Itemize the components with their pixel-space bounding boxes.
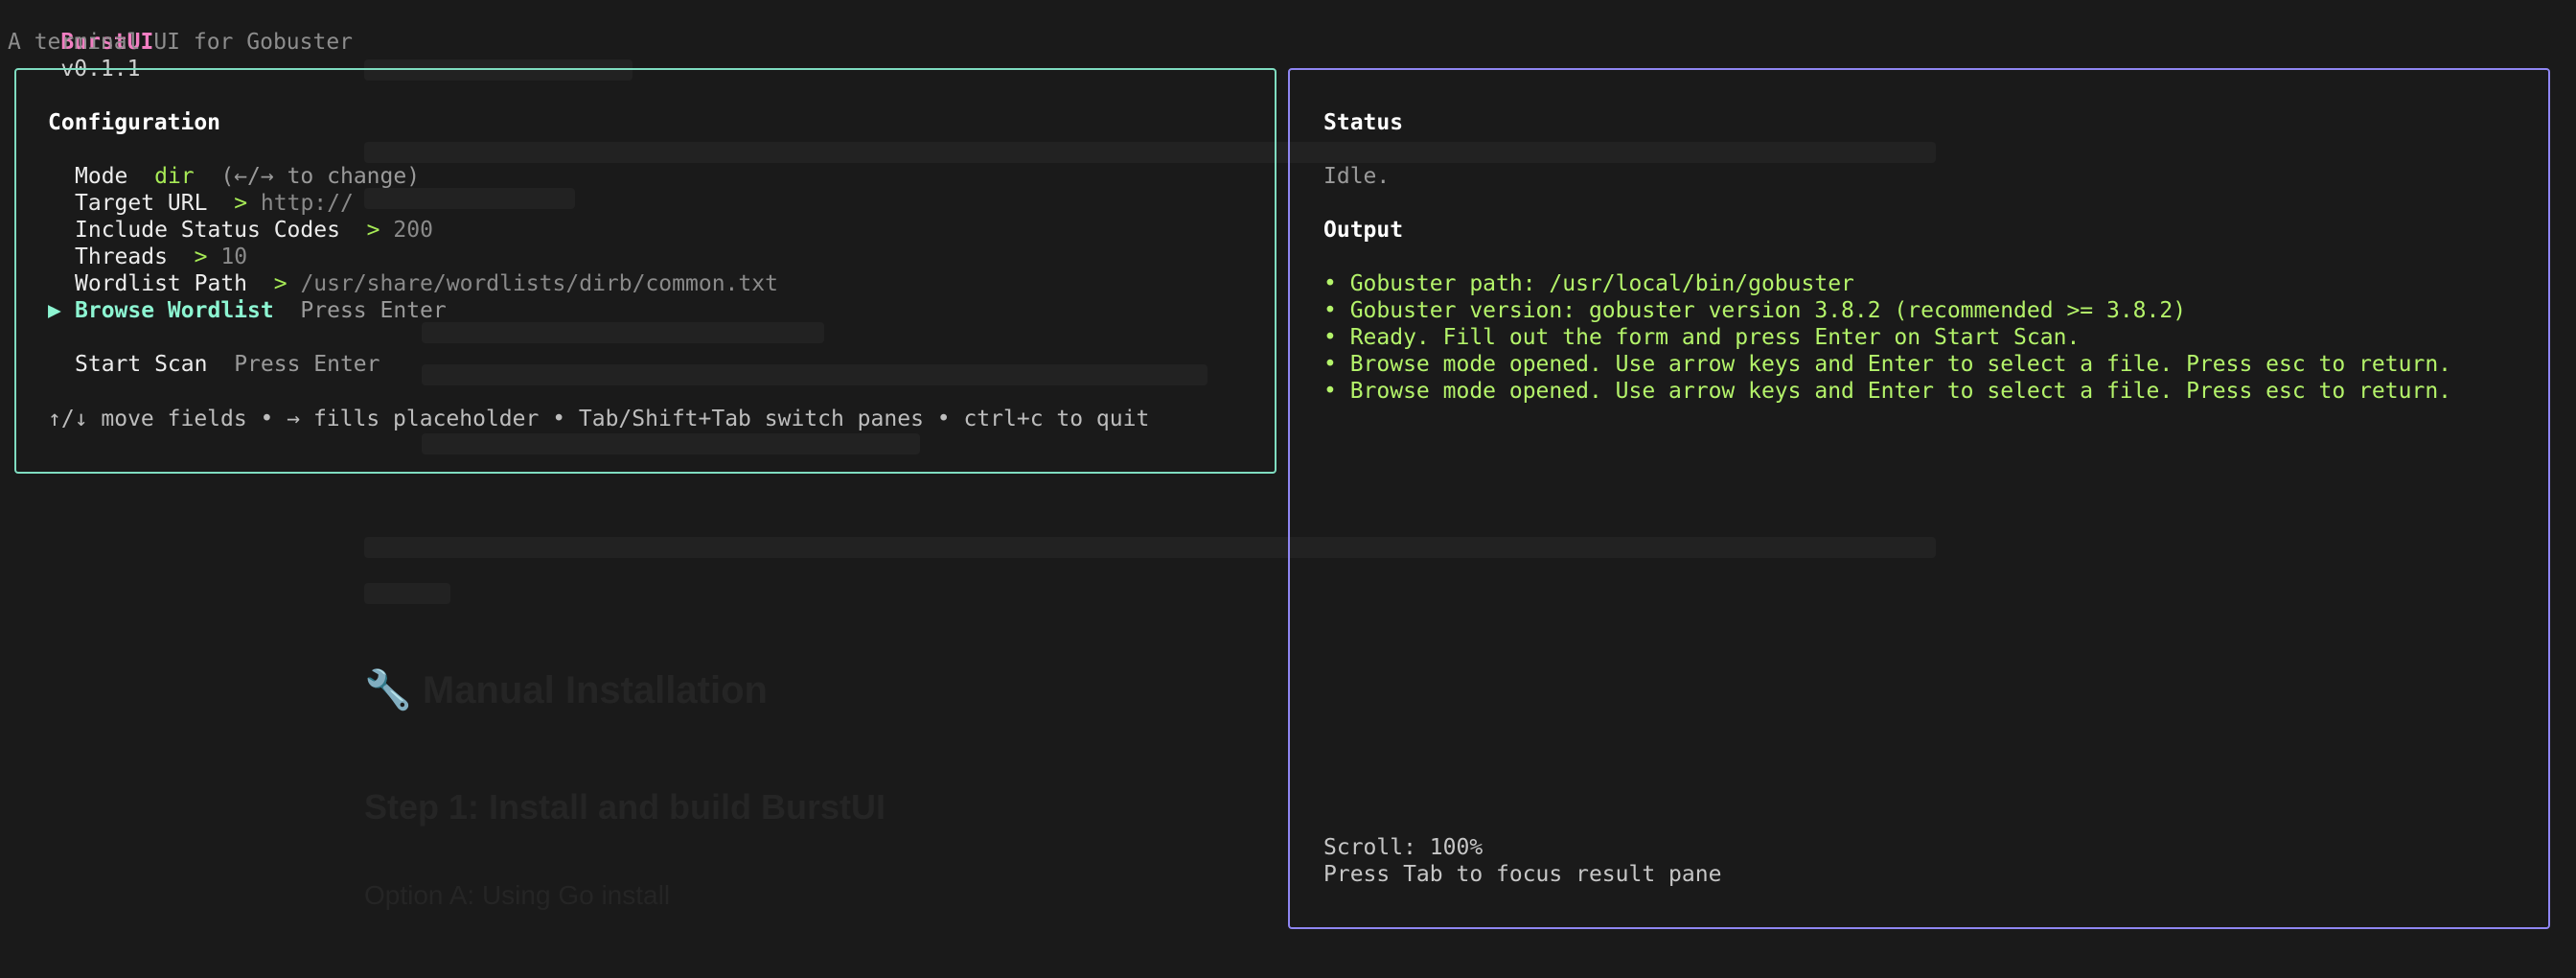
config-field-list: Mode dir (←/→ to change) Target URL > ht…: [48, 163, 778, 378]
field-threads-label: Threads: [75, 244, 168, 269]
field-mode-label: Mode: [75, 164, 128, 189]
output-line: • Gobuster path: /usr/local/bin/gobuster: [1323, 271, 1854, 296]
keyboard-help: ↑/↓ move fields • → fills placeholder • …: [48, 407, 1150, 431]
prompt-glyph: >: [366, 218, 380, 243]
output-line: • Ready. Fill out the form and press Ent…: [1323, 325, 2081, 350]
status-pane[interactable]: Status Idle. Output • Gobuster path: /us…: [1288, 68, 2550, 929]
start-scan-hint: Press Enter: [234, 352, 380, 377]
field-wordlist-path[interactable]: Wordlist Path > /usr/share/wordlists/dir…: [48, 270, 778, 297]
background-subheading: Option A: Using Go install: [364, 880, 671, 910]
wordlist-path-input[interactable]: /usr/share/wordlists/dirb/common.txt: [300, 271, 778, 296]
configuration-title: Configuration: [48, 110, 221, 135]
field-mode-hint: (←/→ to change): [220, 164, 421, 189]
field-status-codes[interactable]: Include Status Codes > 200: [48, 217, 778, 244]
background-heading-step: Step 1: Install and build BurstUI: [364, 787, 886, 827]
app-header: BurstUI v0.1.1 A terminal UI for Gobuste…: [8, 2, 354, 82]
prompt-glyph: >: [194, 244, 208, 269]
browse-wordlist-hint: Press Enter: [300, 298, 447, 323]
background-heading-manual: 🔧 Manual Installation: [364, 669, 768, 711]
field-mode[interactable]: Mode dir (←/→ to change): [48, 163, 778, 190]
output-line: • Browse mode opened. Use arrow keys and…: [1323, 379, 2452, 404]
field-threads[interactable]: Threads > 10: [48, 244, 778, 270]
field-status-codes-label: Include Status Codes: [75, 218, 340, 243]
field-wordlist-path-label: Wordlist Path: [75, 271, 248, 296]
field-mode-value[interactable]: dir: [154, 164, 195, 189]
focus-hint: Press Tab to focus result pane: [1323, 862, 1722, 887]
status-state: Idle.: [1323, 164, 1391, 189]
threads-input[interactable]: 10: [220, 244, 247, 269]
app-tagline: A terminal UI for Gobuster: [8, 30, 354, 55]
status-codes-input[interactable]: 200: [393, 218, 433, 243]
output-line: • Gobuster version: gobuster version 3.8…: [1323, 298, 2187, 323]
start-scan-button[interactable]: Start Scan: [75, 352, 207, 377]
target-url-input[interactable]: http://: [261, 191, 354, 216]
prompt-glyph: >: [234, 191, 248, 216]
output-line: • Browse mode opened. Use arrow keys and…: [1323, 352, 2452, 377]
configuration-pane[interactable]: Configuration Mode dir (←/→ to change) T…: [14, 68, 1276, 474]
field-target-url[interactable]: Target URL > http://: [48, 190, 778, 217]
output-title: Output: [1323, 218, 1404, 243]
status-title: Status: [1323, 110, 1404, 135]
field-target-url-label: Target URL: [75, 191, 208, 216]
output-log[interactable]: • Gobuster path: /usr/local/bin/gobuster…: [1323, 270, 2451, 405]
prompt-glyph: >: [273, 271, 288, 296]
selection-cursor-icon: ▶: [48, 298, 61, 323]
field-browse-wordlist[interactable]: ▶ Browse Wordlist Press Enter: [48, 297, 778, 324]
browse-wordlist-button[interactable]: Browse Wordlist: [75, 298, 274, 323]
field-start-scan[interactable]: Start Scan Press Enter: [48, 351, 778, 378]
scroll-indicator: Scroll: 100%: [1323, 835, 1484, 860]
